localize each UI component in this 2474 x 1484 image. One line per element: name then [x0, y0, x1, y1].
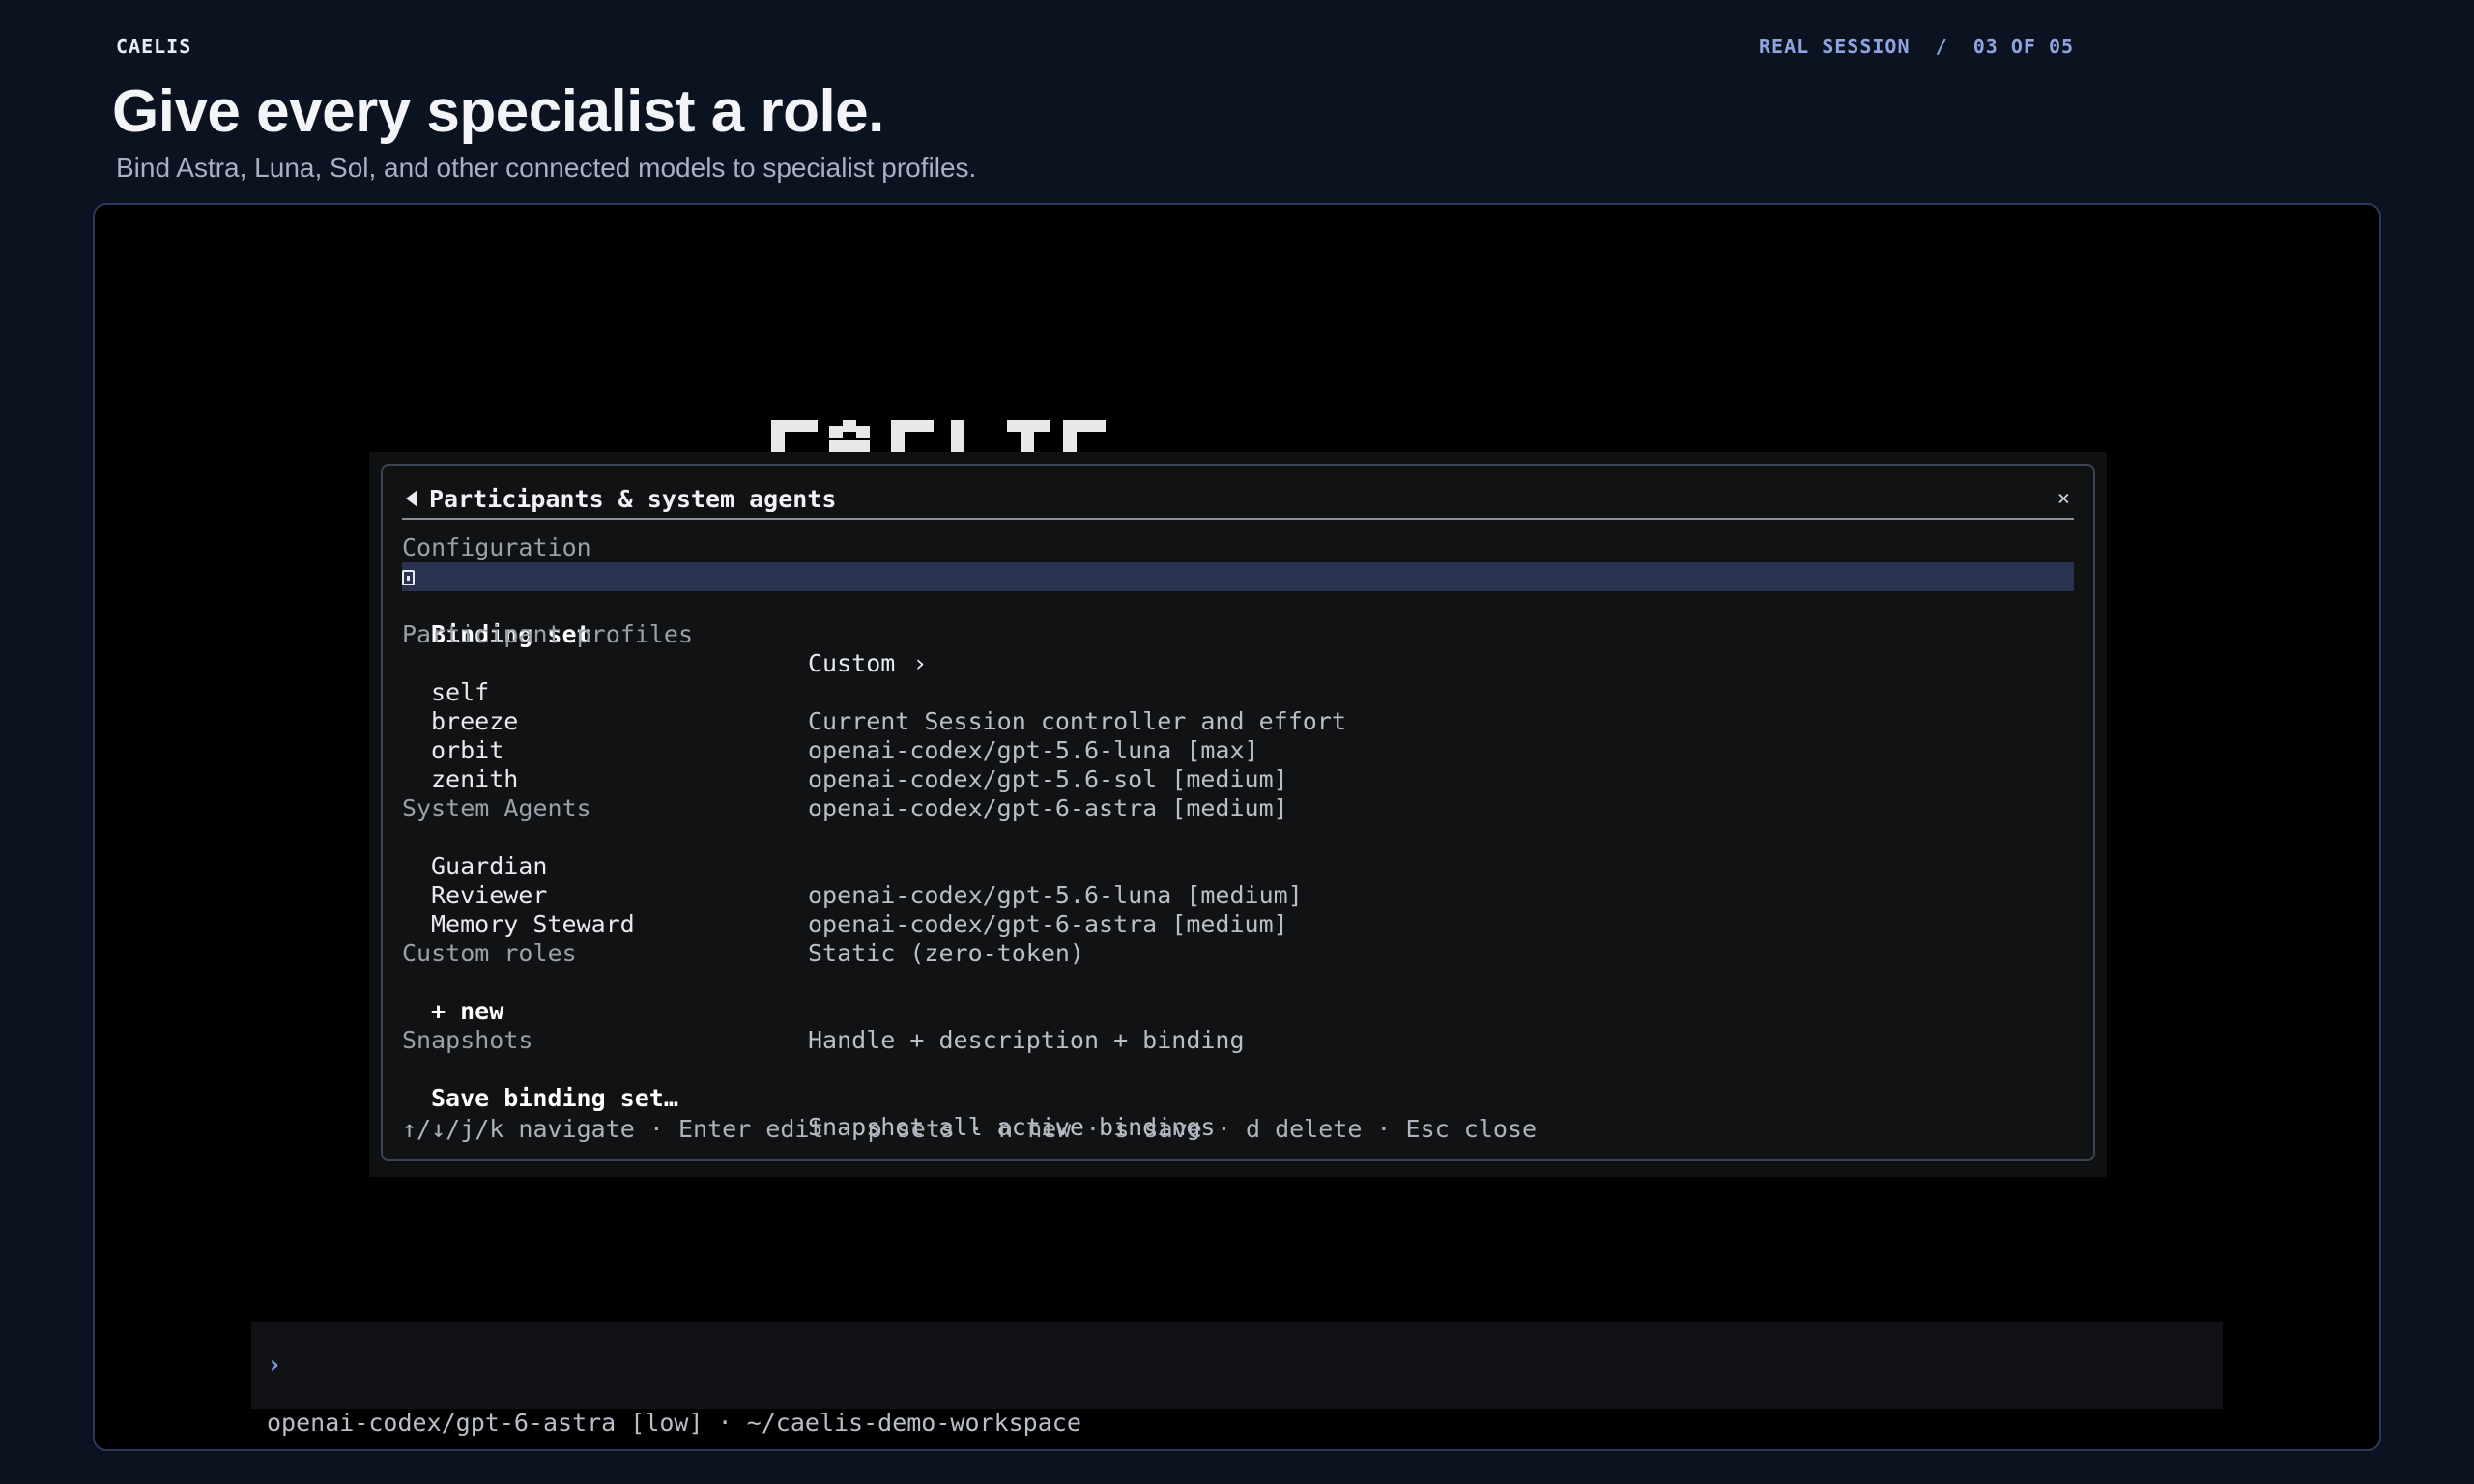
profile-row-self[interactable]: self Current Session controller and effo…: [402, 649, 2074, 735]
caelis-ascii-logo: [771, 420, 1106, 453]
section-custom-roles: Custom roles: [402, 939, 577, 967]
section-system-agents: System Agents: [402, 794, 591, 822]
status-line: openai-codex/gpt-6-astra [low] · ~/caeli…: [267, 1409, 1081, 1437]
brand-label: CAELIS: [116, 35, 192, 58]
page-title: Give every specialist a role.: [112, 78, 884, 145]
save-binding-set-label: Save binding set…: [431, 1084, 678, 1112]
modal-title: Participants & system agents: [429, 484, 837, 513]
new-role-row[interactable]: + new Handle + description + binding: [402, 968, 2074, 1054]
agent-row-memory-steward[interactable]: Memory Steward Static (zero-token): [402, 881, 2074, 967]
page-subtitle: Bind Astra, Luna, Sol, and other connect…: [116, 153, 977, 183]
participants-modal: Participants & system agents × Configura…: [381, 464, 2095, 1161]
modal-backdrop: Participants & system agents × Configura…: [369, 452, 2107, 1177]
session-progress: REAL SESSION / 03 OF 05: [1759, 35, 2075, 58]
profile-row-breeze[interactable]: breeze openai-codex/gpt-5.6-luna [max]: [402, 678, 2074, 764]
section-snapshots: Snapshots: [402, 1026, 533, 1054]
prompt-caret-icon: ›: [267, 1351, 282, 1380]
agent-row-reviewer[interactable]: Reviewer openai-codex/gpt-6-astra [mediu…: [402, 852, 2074, 938]
binding-set-row[interactable]: Binding set Custom ›: [402, 562, 2074, 677]
profile-row-orbit[interactable]: orbit openai-codex/gpt-5.6-sol [medium]: [402, 707, 2074, 793]
modal-rows: Configuration Binding set Custom › Partic…: [402, 533, 2074, 1141]
terminal-window: Participants & system agents × Configura…: [93, 203, 2381, 1451]
profile-row-zenith[interactable]: zenith openai-codex/gpt-6-astra [medium]: [402, 736, 2074, 822]
back-arrow-icon[interactable]: [406, 490, 417, 507]
binding-set-icon: [402, 570, 415, 585]
section-configuration: Configuration: [402, 533, 591, 561]
modal-title-row: Participants & system agents ×: [402, 479, 2074, 520]
keyboard-hints: ↑/↓/j/k navigate · Enter edit · p sets ·…: [402, 1115, 1537, 1143]
prompt-input[interactable]: ›: [251, 1322, 2223, 1409]
close-icon[interactable]: ×: [2054, 487, 2074, 511]
section-participant-profiles: Participant profiles: [402, 620, 694, 648]
agent-row-guardian[interactable]: Guardian openai-codex/gpt-5.6-luna [medi…: [402, 823, 2074, 909]
save-binding-set-row[interactable]: Save binding set… Snapshot all active bi…: [402, 1055, 2074, 1141]
